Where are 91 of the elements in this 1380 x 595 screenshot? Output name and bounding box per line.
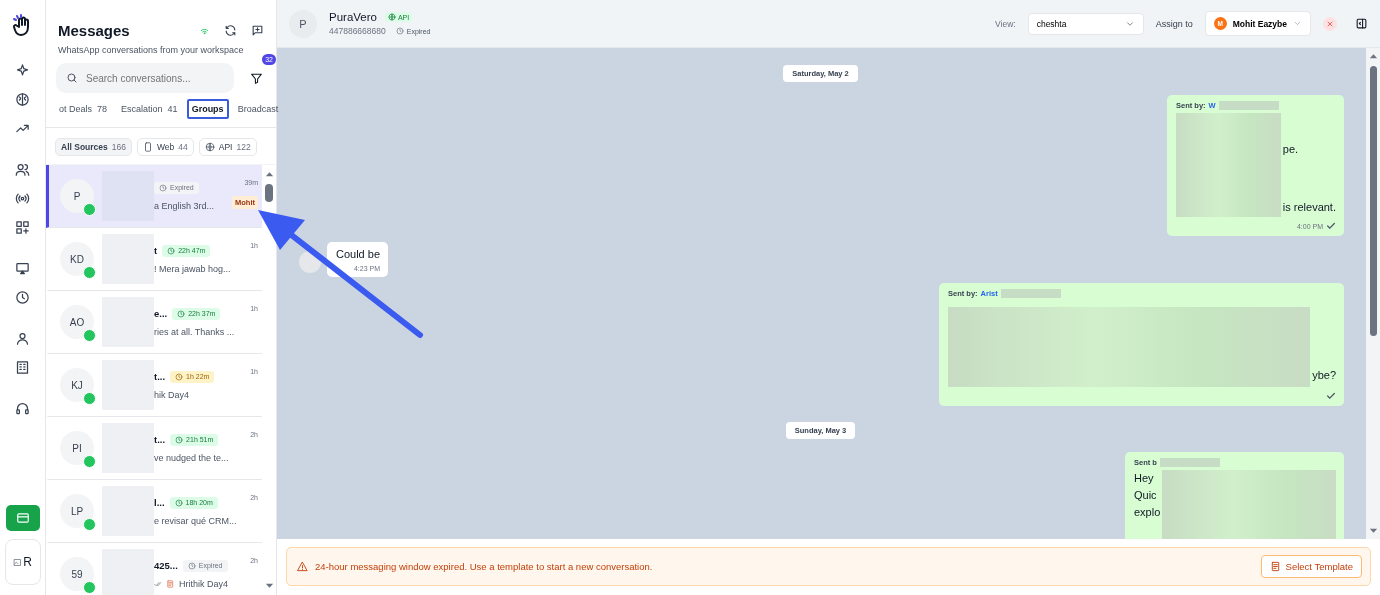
source-chip[interactable]: API 122 — [198, 138, 257, 156]
chevron-down-icon — [1293, 19, 1302, 28]
contact-name: t — [154, 245, 158, 256]
card-icon — [15, 511, 30, 525]
contact-avatar: KD — [60, 242, 94, 276]
brain-icon — [15, 92, 30, 107]
monitor-icon — [15, 261, 30, 276]
building-icon — [15, 360, 30, 375]
source-chip[interactable]: Web 44 — [136, 138, 194, 156]
whatsapp-dot — [83, 329, 96, 342]
message-text: explo — [1134, 506, 1161, 518]
warning-icon — [297, 561, 308, 572]
clock-icon — [177, 309, 186, 318]
panel-toggle-button[interactable] — [1355, 17, 1368, 30]
phone-number: 447886668680 — [329, 26, 386, 36]
sidebar-icon — [1355, 17, 1368, 30]
clock-icon — [395, 27, 404, 35]
user-icon — [15, 331, 30, 346]
scrollbar-thumb[interactable] — [265, 184, 273, 202]
message-text: is relevant. — [1282, 201, 1336, 213]
sparkle-icon — [15, 63, 30, 78]
new-message-icon — [251, 24, 264, 37]
document-icon — [1269, 561, 1281, 572]
contact-name: t... — [154, 434, 166, 445]
clock-icon — [175, 372, 184, 381]
chat-avatar: P — [289, 9, 317, 38]
filter-icon — [249, 71, 263, 85]
clock-icon — [175, 435, 184, 444]
assign-label: Assign to — [1155, 18, 1193, 29]
grid-plus-icon — [15, 220, 30, 235]
contact-avatar: P — [60, 179, 94, 213]
refresh-icon — [224, 24, 237, 37]
scrollbar-thumb[interactable] — [1369, 66, 1377, 336]
filter-tab[interactable]: ot Deals 78 — [54, 99, 113, 119]
profile-image[interactable]: R — [4, 539, 41, 585]
search-field[interactable]: Search conversations... — [56, 63, 234, 93]
message-text: Quic — [1134, 489, 1158, 501]
blurred-text — [1159, 458, 1220, 467]
contact-name: 425... — [154, 560, 178, 571]
message-preview: ! Mera jawab hog... — [154, 263, 231, 274]
contact-avatar: 59 — [60, 557, 94, 591]
whatsapp-dot — [83, 518, 96, 531]
blurred-text — [1218, 101, 1279, 110]
close-icon — [1326, 19, 1334, 28]
select-template-button[interactable]: Select Template — [1260, 555, 1362, 578]
whatsapp-dot — [83, 266, 96, 279]
clock-icon — [187, 561, 196, 570]
contact-name: t... — [154, 371, 166, 382]
contact-name: PuraVero — [329, 11, 377, 23]
view-dropdown[interactable]: cheshta — [1027, 12, 1144, 35]
message-preview: e revisar qué CRM... — [154, 515, 237, 526]
document-icon — [166, 578, 175, 589]
message-preview: ries at all. Thanks ... — [154, 326, 235, 337]
whatsapp-dot — [83, 203, 96, 216]
contact-avatar: PI — [60, 431, 94, 465]
broadcast-icon — [15, 191, 30, 206]
contact-name: e... — [154, 308, 168, 319]
message-preview: a English 3rd... — [154, 200, 215, 211]
contact-avatar: LP — [60, 494, 94, 528]
contact-avatar: AO — [60, 305, 94, 339]
filter-tab[interactable]: Escalation 41 — [116, 99, 183, 119]
message-preview: ve nudged the te... — [154, 452, 229, 463]
clock-icon — [15, 290, 30, 305]
clock-icon — [174, 498, 183, 507]
billing-button[interactable] — [5, 505, 40, 531]
broken-image-icon — [13, 557, 23, 567]
message-text: Hey — [1134, 472, 1155, 484]
message-text: pe. — [1282, 143, 1300, 155]
whatsapp-dot — [83, 455, 96, 468]
filter-tab[interactable]: Broadcast — [232, 99, 284, 119]
blurred-text — [1000, 289, 1061, 298]
filter-tab[interactable]: Groups — [186, 99, 229, 119]
message-preview: Hrithik Day4 — [178, 578, 228, 589]
clock-icon — [159, 183, 167, 192]
globe-icon — [204, 142, 215, 152]
message-text: ybe? — [1312, 369, 1336, 381]
headset-icon — [15, 401, 30, 416]
panel-title: Messages — [58, 22, 131, 39]
banner-text: 24-hour messaging window expired. Use a template to start a new conversation. — [315, 561, 654, 572]
message-preview: hik Day4 — [154, 389, 189, 400]
contact-name: l... — [154, 497, 165, 508]
panel-subtitle: WhatsApp conversations from your workspace — [57, 44, 245, 55]
globe-icon — [387, 13, 396, 21]
view-label: View: — [995, 18, 1016, 29]
whatsapp-dot — [83, 392, 96, 405]
unassign-button[interactable] — [1323, 16, 1337, 31]
users-icon — [15, 162, 30, 177]
clock-icon — [167, 246, 176, 255]
source-chip[interactable]: All Sources 166 — [55, 138, 132, 156]
contact-avatar: KJ — [60, 368, 94, 402]
phone-icon — [142, 142, 153, 152]
